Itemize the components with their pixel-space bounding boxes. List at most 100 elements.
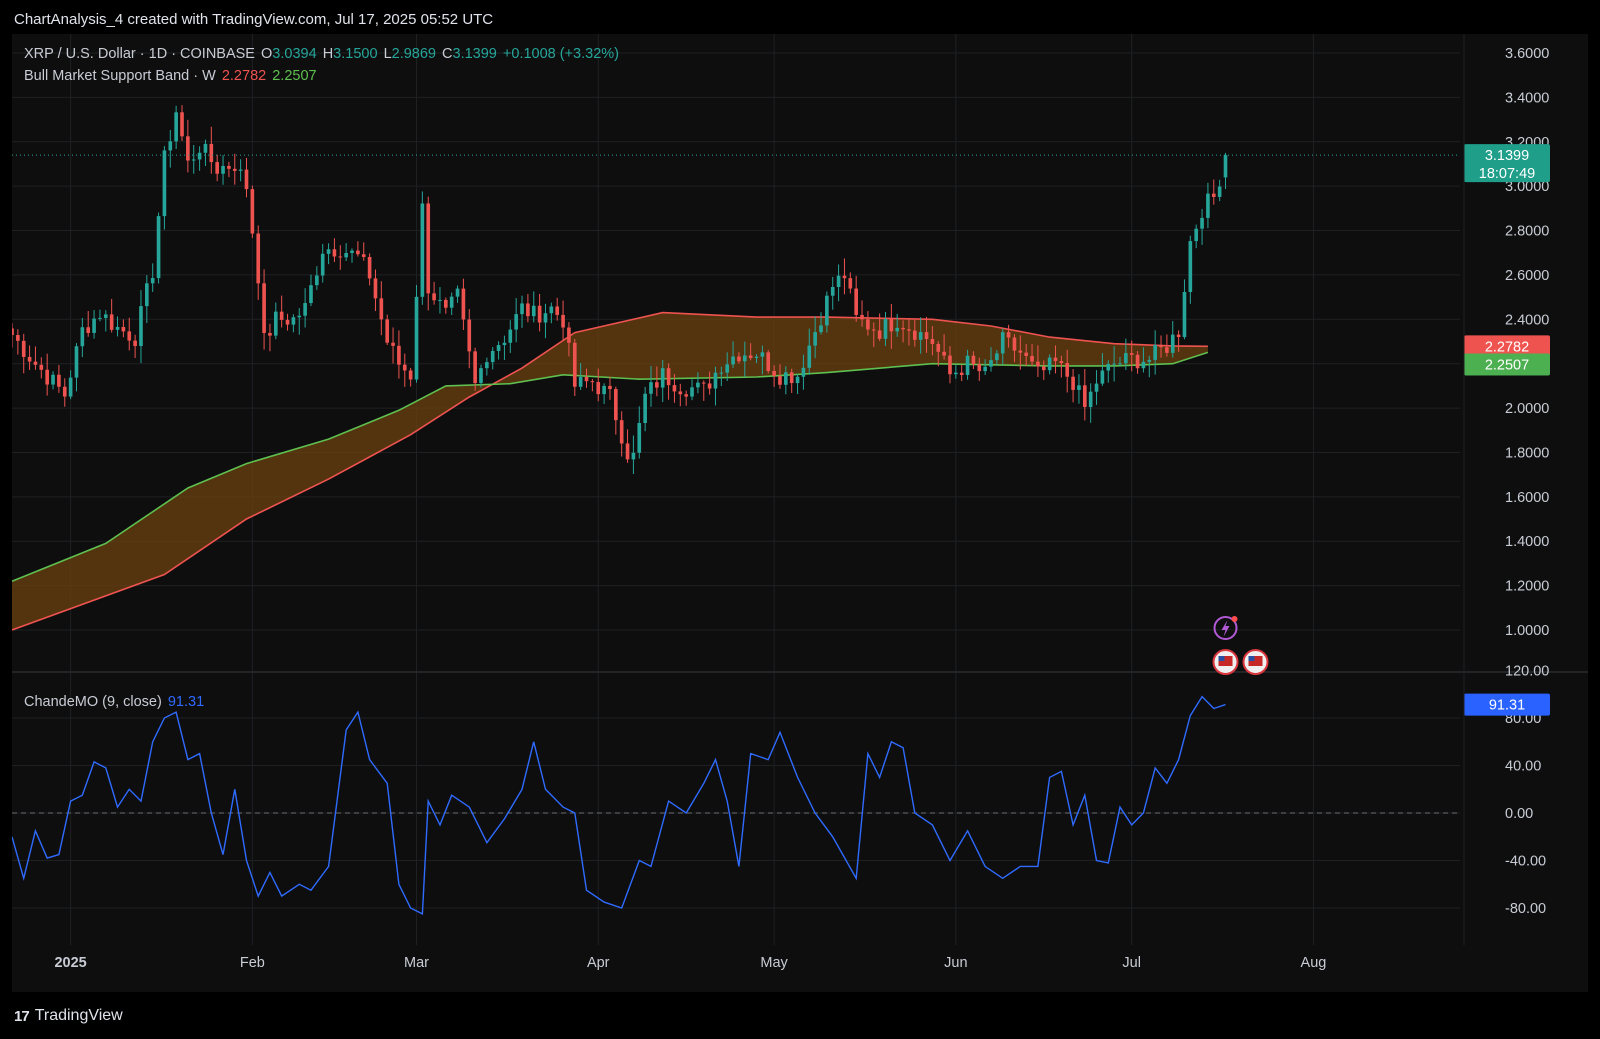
x-tick-label: Jul <box>1122 955 1141 971</box>
candle-body <box>537 305 542 323</box>
candle-body <box>473 351 477 384</box>
candle <box>1194 224 1199 249</box>
candle-body <box>391 342 395 346</box>
low-label: L <box>383 46 392 62</box>
candle <box>438 287 442 314</box>
candle-body <box>578 376 583 387</box>
candle <box>1094 370 1099 405</box>
candle-body <box>145 283 149 307</box>
candle-body <box>203 143 208 153</box>
candle <box>209 126 214 174</box>
candle-body <box>186 136 190 161</box>
band-lower-value: 2.2507 <box>272 68 317 84</box>
event-icons <box>1212 616 1269 675</box>
candle-body <box>379 298 384 320</box>
candle-body <box>760 352 765 357</box>
price-badge: 3.1399 18:07:49 <box>1464 144 1550 183</box>
candle <box>854 275 858 322</box>
candle-body <box>303 303 307 316</box>
candle-body <box>86 327 91 333</box>
candle <box>232 153 237 185</box>
candle-body <box>778 375 782 385</box>
candle <box>174 105 178 150</box>
candle-body <box>127 331 132 341</box>
candle <box>432 281 436 305</box>
candle <box>690 379 694 401</box>
candle <box>156 212 161 284</box>
candle <box>842 258 847 295</box>
candle <box>279 295 284 328</box>
candle-body <box>1053 357 1058 361</box>
candle <box>684 390 688 406</box>
price-badge-text: 3.1399 <box>1485 148 1529 164</box>
candle <box>297 308 302 335</box>
x-tick-label: Aug <box>1301 955 1327 971</box>
candle-body <box>1036 361 1040 367</box>
candle <box>315 266 319 290</box>
candle <box>608 376 612 400</box>
candle-body <box>209 143 214 163</box>
candle-body <box>584 376 589 382</box>
candle <box>320 244 325 283</box>
candle <box>45 353 49 396</box>
candle-body <box>666 368 671 386</box>
osc-badge-text: 91.31 <box>1489 698 1525 714</box>
lightning-bolt-icon <box>1221 620 1230 637</box>
candle <box>701 380 706 401</box>
candle <box>678 383 683 407</box>
candle-body <box>631 452 636 460</box>
candle <box>531 291 536 323</box>
candle-body <box>690 387 694 397</box>
candle <box>1071 368 1075 403</box>
candle <box>666 363 671 400</box>
candle-body <box>51 374 55 385</box>
candle <box>1153 330 1157 375</box>
candle-body <box>795 376 800 384</box>
candle-body <box>930 339 935 344</box>
candle-body <box>273 311 278 336</box>
candle-body <box>948 355 952 375</box>
candle-body <box>39 364 44 370</box>
candle-body <box>1094 383 1099 392</box>
candle-body <box>180 112 184 137</box>
price-legend: XRP / U.S. Dollar · 1D · COINBASE O3.039… <box>24 46 621 62</box>
candle <box>51 371 55 390</box>
candle-body <box>1100 370 1105 384</box>
candle-body <box>1217 186 1222 197</box>
candle-body <box>1106 363 1111 371</box>
tradingview-logo[interactable]: 17 TradingView <box>14 1007 123 1025</box>
candle-body <box>655 382 659 388</box>
candle <box>561 300 565 341</box>
candle-body <box>883 319 888 339</box>
candle <box>268 323 272 352</box>
candle-body <box>279 311 284 320</box>
candle <box>514 298 518 343</box>
candle-body <box>889 319 894 332</box>
candle <box>74 343 79 392</box>
candle-body <box>801 367 806 377</box>
chart-canvas[interactable]: 3.60003.40003.20003.00002.80002.60002.40… <box>0 0 1600 1039</box>
candle-body <box>1194 228 1199 242</box>
osc-tick-label: -40.00 <box>1505 854 1546 870</box>
candle <box>848 272 853 294</box>
candle-body <box>1012 337 1017 351</box>
candle <box>1217 179 1222 202</box>
candle <box>203 139 208 167</box>
candle-body <box>133 340 137 347</box>
candle-body <box>115 326 120 330</box>
candle <box>443 297 448 314</box>
candle-body <box>27 356 32 362</box>
candle-body <box>731 356 735 365</box>
osc-badge: 91.31 <box>1464 693 1550 716</box>
candle-body <box>1188 241 1193 293</box>
candle <box>954 364 958 379</box>
candle-body <box>1118 363 1122 365</box>
candle-body <box>1124 353 1128 364</box>
candle-body <box>561 314 565 328</box>
osc-value: 91.31 <box>167 694 205 710</box>
candle <box>766 349 771 374</box>
candle <box>502 335 507 360</box>
candle-body <box>12 328 14 336</box>
candle-body <box>877 330 882 339</box>
osc-tick-label: 120.00 <box>1505 664 1549 680</box>
